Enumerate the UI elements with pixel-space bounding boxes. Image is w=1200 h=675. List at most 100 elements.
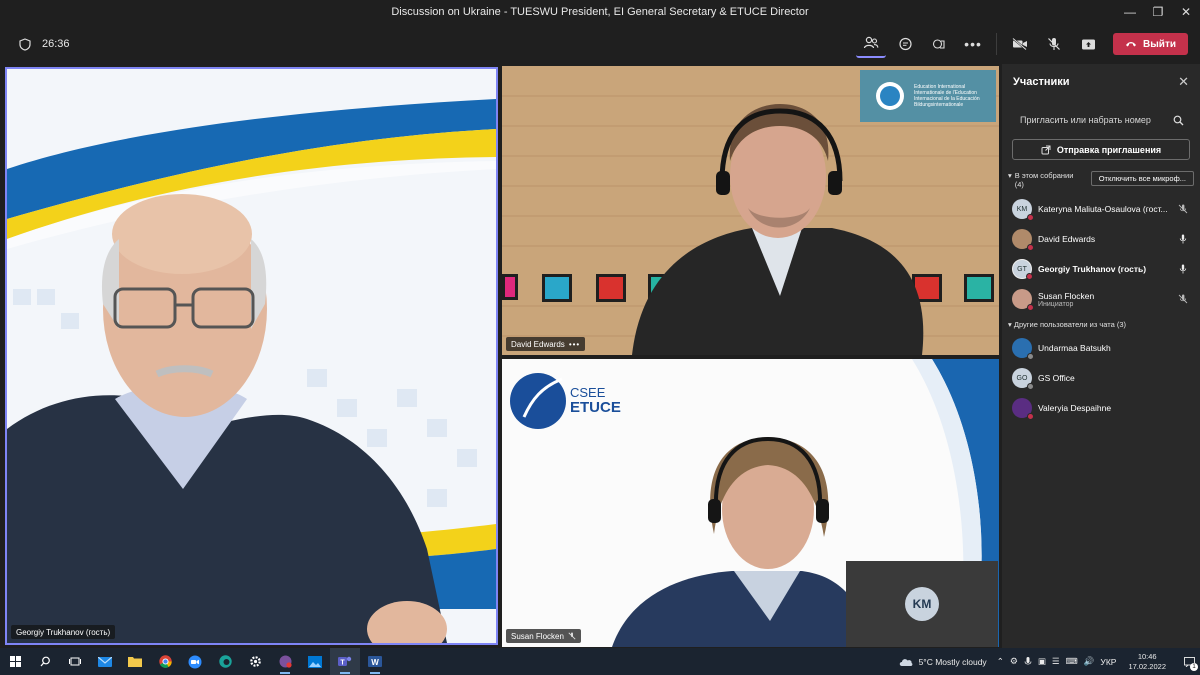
chevron-down-icon: ▾ bbox=[1008, 320, 1012, 329]
in-meeting-section[interactable]: ▾ В этом собрании (4) Отключить все микр… bbox=[1008, 171, 1194, 189]
hand-icon bbox=[932, 39, 945, 49]
in-meeting-label: В этом собрании bbox=[1014, 171, 1074, 180]
svg-text:W: W bbox=[371, 658, 379, 667]
tray-app-icon[interactable]: ⚙ bbox=[1010, 656, 1018, 667]
share-icon bbox=[1081, 39, 1095, 49]
clock-time: 10:46 bbox=[1137, 651, 1157, 661]
others-section[interactable]: ▾ Другие пользователи из чата (3) bbox=[1008, 320, 1194, 329]
search-icon bbox=[40, 656, 50, 667]
participant-row[interactable]: Undarmaa Batsukh bbox=[1002, 333, 1200, 363]
file-explorer-app[interactable] bbox=[120, 648, 150, 675]
close-window-icon[interactable]: ✕ bbox=[1172, 0, 1200, 24]
phone-hangup-icon bbox=[1126, 42, 1137, 47]
participants-button[interactable] bbox=[856, 30, 887, 58]
edge-app[interactable] bbox=[210, 648, 240, 675]
zoom-app[interactable] bbox=[180, 648, 210, 675]
georgiy-video bbox=[7, 69, 496, 643]
participant-row[interactable]: Valeryia Despaihne bbox=[1002, 393, 1200, 423]
participant-row[interactable]: GT Georgiy Trukhanov (гость) bbox=[1002, 254, 1200, 284]
mail-icon bbox=[98, 656, 112, 667]
chevron-up-icon[interactable]: ⌃ bbox=[997, 656, 1004, 667]
teams-app[interactable]: T bbox=[330, 648, 360, 675]
participant-avatar: GO bbox=[1012, 368, 1034, 390]
mic-off-icon bbox=[1176, 294, 1190, 304]
share-invite-icon bbox=[1041, 145, 1051, 154]
keyboard-icon[interactable]: ⌨ bbox=[1066, 656, 1078, 667]
mic-tray-icon bbox=[1024, 656, 1032, 665]
participant-name: Georgiy Trukhanov (гость) bbox=[16, 627, 111, 637]
participant-role: Инициатор bbox=[1038, 300, 1074, 308]
etuce-logo-bottom: ETUCE bbox=[570, 399, 621, 416]
toolbar-divider bbox=[996, 33, 998, 55]
etuce-logo-top: CSEE bbox=[570, 385, 606, 400]
toolbar-actions: ••• Выйти bbox=[856, 30, 1188, 58]
invite-search-input[interactable]: Пригласить или набрать номер bbox=[1020, 115, 1151, 125]
participant-name-tag: Georgiy Trukhanov (гость) bbox=[11, 625, 116, 639]
share-button[interactable] bbox=[1073, 30, 1103, 58]
start-button[interactable] bbox=[0, 648, 30, 675]
clock[interactable]: 10:46 17.02.2022 bbox=[1128, 652, 1166, 672]
more-options-icon[interactable]: ••• bbox=[569, 340, 580, 349]
network-icon[interactable]: ☰ bbox=[1052, 656, 1060, 667]
participant-name-tag: Susan Flocken bbox=[506, 629, 581, 643]
leave-button[interactable]: Выйти bbox=[1113, 33, 1188, 55]
participant-row[interactable]: GO GS Office bbox=[1002, 363, 1200, 393]
volume-icon[interactable]: 🔊 bbox=[1084, 656, 1095, 667]
participant-name-tag: David Edwards ••• bbox=[506, 337, 586, 351]
settings-app[interactable] bbox=[240, 648, 270, 675]
participant-avatar bbox=[1012, 229, 1034, 251]
viber-app[interactable] bbox=[270, 648, 300, 675]
participant-name: Susan Flocken bbox=[1038, 290, 1095, 301]
mic-off-icon bbox=[1048, 38, 1060, 50]
participant-avatar: GT bbox=[1012, 259, 1033, 280]
participant-row[interactable]: KM Kateryna Maliuta-Osaulova (гост... bbox=[1002, 194, 1200, 224]
notification-button[interactable]: 1 bbox=[1178, 648, 1200, 675]
teams-icon: T bbox=[338, 656, 352, 667]
participant-avatar: KM bbox=[1012, 199, 1034, 221]
video-stage: Georgiy Trukhanov (гость) Education Inte… bbox=[0, 64, 1002, 648]
search-icon bbox=[1173, 115, 1184, 125]
search-taskbar-button[interactable] bbox=[30, 648, 60, 675]
participant-name: David Edwards bbox=[1038, 234, 1096, 244]
photos-app[interactable] bbox=[300, 648, 330, 675]
mic-off-icon bbox=[1176, 204, 1190, 214]
viber-icon bbox=[279, 655, 292, 668]
invite-search[interactable]: Пригласить или набрать номер bbox=[1012, 109, 1190, 131]
camera-button[interactable] bbox=[1005, 30, 1035, 58]
participant-avatar bbox=[1012, 398, 1034, 420]
mail-app[interactable] bbox=[90, 648, 120, 675]
chat-icon bbox=[898, 37, 912, 51]
system-tray: 5°C Mostly cloudy ⌃ ⚙ ▣ ☰ ⌨ 🔊 УКР 10:46 … bbox=[899, 648, 1200, 675]
reactions-button[interactable] bbox=[924, 30, 954, 58]
video-tile-david[interactable]: Education International Internationale d… bbox=[502, 66, 999, 355]
weather-text[interactable]: 5°C Mostly cloudy bbox=[919, 657, 987, 667]
shield-icon bbox=[18, 37, 32, 51]
mic-on-icon bbox=[1176, 264, 1190, 274]
chevron-down-icon: ▾ bbox=[1008, 171, 1012, 180]
close-panel-icon[interactable]: ✕ bbox=[1178, 74, 1189, 90]
people-icon bbox=[863, 36, 879, 49]
video-tile-georgiy[interactable]: Georgiy Trukhanov (гость) bbox=[5, 67, 498, 645]
task-view-button[interactable] bbox=[60, 648, 90, 675]
window-title: Discussion on Ukraine - TUESWU President… bbox=[391, 6, 809, 18]
self-video-preview[interactable]: KM bbox=[846, 561, 998, 647]
mic-button[interactable] bbox=[1039, 30, 1069, 58]
panel-header: Участники ✕ bbox=[1002, 64, 1200, 100]
leave-label: Выйти bbox=[1143, 38, 1176, 50]
chrome-app[interactable] bbox=[150, 648, 180, 675]
restore-icon[interactable]: ❐ bbox=[1144, 0, 1172, 24]
minimize-icon[interactable]: — bbox=[1116, 0, 1144, 24]
window-controls: — ❐ ✕ bbox=[1116, 0, 1200, 24]
participant-row[interactable]: David Edwards bbox=[1002, 224, 1200, 254]
screen-tray-icon[interactable]: ▣ bbox=[1038, 656, 1046, 667]
panel-title: Участники bbox=[1013, 76, 1070, 88]
mute-all-button[interactable]: Отключить все микроф... bbox=[1090, 171, 1194, 186]
more-actions-button[interactable]: ••• bbox=[958, 30, 988, 58]
language-indicator[interactable]: УКР bbox=[1100, 657, 1116, 667]
meeting-toolbar: 26:36 ••• Выйти bbox=[0, 24, 1200, 64]
participant-name: Susan Flocken bbox=[511, 631, 564, 641]
participant-row[interactable]: Susan Flocken Инициатор bbox=[1002, 284, 1200, 314]
send-invite-button[interactable]: Отправка приглашения bbox=[1012, 139, 1190, 160]
word-app[interactable]: W bbox=[360, 648, 390, 675]
chat-button[interactable] bbox=[890, 30, 920, 58]
